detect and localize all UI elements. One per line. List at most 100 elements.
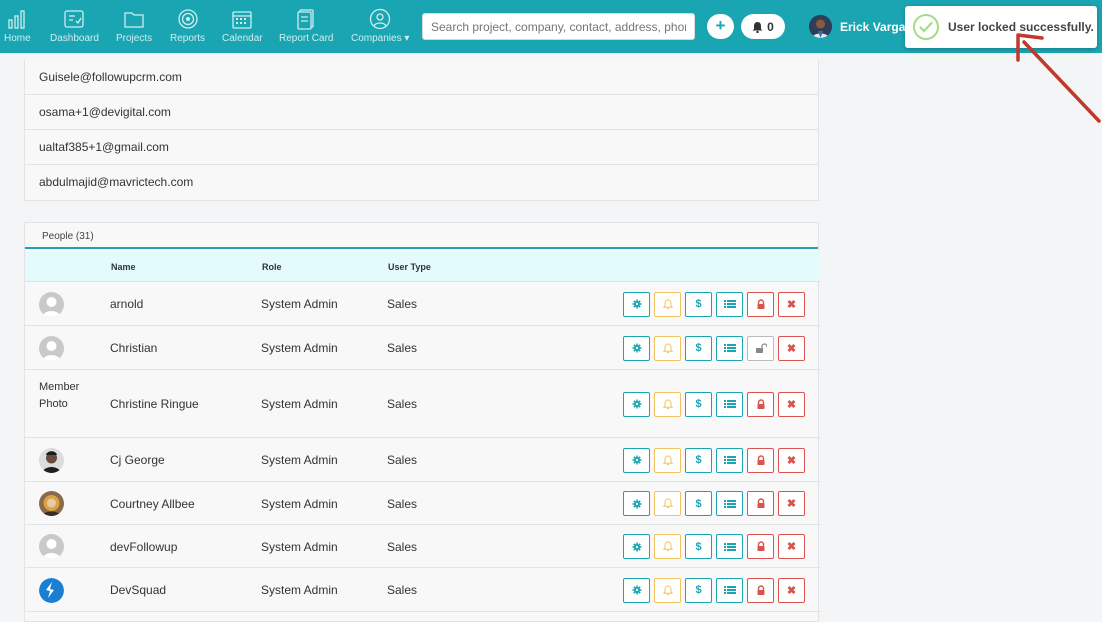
- delete-user-button[interactable]: ✖: [778, 534, 805, 559]
- nav-companies-label: Companies ▾: [351, 33, 410, 44]
- member-name[interactable]: Christian: [110, 341, 157, 355]
- dollar-icon: $: [695, 454, 702, 466]
- member-role: System Admin: [261, 341, 338, 355]
- col-user-type: User Type: [388, 262, 431, 272]
- email-row: Guisele@followupcrm.com: [25, 60, 818, 95]
- nav-report-card-label: Report Card: [279, 33, 334, 44]
- row-actions: $ ✖: [623, 291, 805, 317]
- notify-button[interactable]: [654, 391, 681, 417]
- member-role: System Admin: [261, 397, 338, 411]
- billing-button[interactable]: $: [685, 491, 712, 516]
- member-name[interactable]: Courtney Allbee: [110, 497, 195, 511]
- member-photo-broken: Member Photo: [39, 379, 87, 413]
- unlock-icon: [755, 342, 767, 354]
- billing-button[interactable]: $: [685, 534, 712, 559]
- member-name[interactable]: DevSquad: [110, 583, 166, 597]
- list-button[interactable]: [716, 291, 743, 317]
- settings-button[interactable]: [623, 335, 650, 361]
- dollar-icon: $: [695, 342, 702, 354]
- notify-button[interactable]: [654, 335, 681, 361]
- settings-button[interactable]: [623, 491, 650, 516]
- table-row: Christian System Admin Sales $ ✖: [25, 326, 820, 370]
- member-user-type: Sales: [387, 539, 418, 554]
- lock-user-button[interactable]: [747, 491, 774, 516]
- table-row: devFollowup System Admin Sales $ ✖: [25, 525, 820, 568]
- notify-button[interactable]: [654, 447, 681, 473]
- billing-button[interactable]: $: [685, 447, 712, 473]
- notify-button[interactable]: [654, 577, 681, 603]
- billing-button[interactable]: $: [685, 335, 712, 361]
- gear-icon: [632, 585, 642, 595]
- gear-icon: [632, 299, 642, 309]
- list-icon: [723, 343, 736, 353]
- unlock-user-button[interactable]: [747, 335, 774, 361]
- lock-icon: [756, 584, 766, 596]
- close-icon: ✖: [786, 398, 797, 411]
- lock-user-button[interactable]: [747, 534, 774, 559]
- search-input[interactable]: [422, 13, 695, 40]
- bell-icon: [662, 584, 673, 596]
- home-chart-icon: [8, 10, 25, 29]
- close-icon: ✖: [786, 342, 797, 355]
- user-name[interactable]: Erick Vargas: [840, 20, 912, 34]
- nav-home[interactable]: Home: [4, 8, 31, 50]
- nav-companies[interactable]: Companies ▾: [351, 8, 409, 50]
- nav-projects[interactable]: Projects: [116, 8, 152, 50]
- lock-user-button[interactable]: [747, 391, 774, 417]
- delete-user-button[interactable]: ✖: [778, 447, 805, 473]
- nav-dashboard[interactable]: Dashboard: [50, 8, 99, 50]
- nav-reports-label: Reports: [170, 33, 206, 44]
- notify-button[interactable]: [654, 491, 681, 516]
- nav-calendar[interactable]: Calendar: [222, 8, 263, 50]
- list-button[interactable]: [716, 491, 743, 516]
- billing-button[interactable]: $: [685, 391, 712, 417]
- settings-button[interactable]: [623, 291, 650, 317]
- member-name[interactable]: Christine Ringue: [110, 397, 199, 411]
- member-name[interactable]: Cj George: [110, 453, 165, 467]
- nav-reports[interactable]: Reports: [170, 8, 205, 50]
- member-role: System Admin: [261, 496, 338, 511]
- row-actions: $ ✖: [623, 391, 805, 417]
- settings-button[interactable]: [623, 391, 650, 417]
- delete-user-button[interactable]: ✖: [778, 291, 805, 317]
- lock-user-button[interactable]: [747, 447, 774, 473]
- close-icon: ✖: [786, 454, 797, 467]
- bell-icon: [662, 454, 673, 466]
- lock-icon: [756, 398, 766, 410]
- lock-user-button[interactable]: [747, 577, 774, 603]
- settings-button[interactable]: [623, 534, 650, 559]
- settings-button[interactable]: [623, 447, 650, 473]
- settings-button[interactable]: [623, 577, 650, 603]
- delete-user-button[interactable]: ✖: [778, 491, 805, 516]
- list-button[interactable]: [716, 335, 743, 361]
- list-button[interactable]: [716, 534, 743, 559]
- member-user-type: Sales: [387, 583, 418, 597]
- member-name[interactable]: devFollowup: [110, 540, 177, 554]
- folder-icon: [124, 12, 144, 28]
- table-row: arnold System Admin Sales $ ✖: [25, 282, 820, 326]
- billing-button[interactable]: $: [685, 291, 712, 317]
- member-name[interactable]: arnold: [110, 297, 143, 311]
- delete-user-button[interactable]: ✖: [778, 391, 805, 417]
- user-avatar[interactable]: [809, 15, 832, 38]
- close-icon: ✖: [786, 541, 797, 553]
- notify-button[interactable]: [654, 291, 681, 317]
- billing-button[interactable]: $: [685, 577, 712, 603]
- user-photo-icon: [809, 15, 832, 38]
- add-button[interactable]: +: [707, 14, 734, 39]
- lock-user-button[interactable]: [747, 291, 774, 317]
- row-actions: $ ✖: [623, 335, 805, 361]
- nav-report-card[interactable]: Report Card: [279, 8, 333, 50]
- list-button[interactable]: [716, 391, 743, 417]
- member-user-type: Sales: [387, 397, 418, 411]
- member-avatar: [39, 577, 64, 603]
- list-button[interactable]: [716, 447, 743, 473]
- delete-user-button[interactable]: ✖: [778, 335, 805, 361]
- list-button[interactable]: [716, 577, 743, 603]
- row-actions: $ ✖: [623, 491, 805, 516]
- delete-user-button[interactable]: ✖: [778, 577, 805, 603]
- notify-button[interactable]: [654, 534, 681, 559]
- member-avatar: [39, 491, 64, 516]
- notifications-button[interactable]: 0: [741, 14, 785, 39]
- member-avatar: [39, 291, 64, 317]
